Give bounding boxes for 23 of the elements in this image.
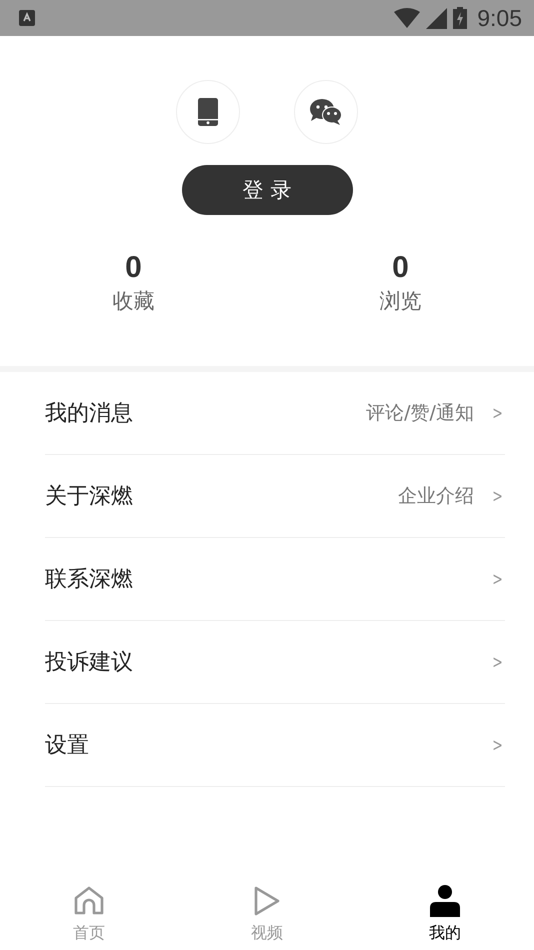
wifi-icon <box>394 7 420 29</box>
keyboard-icon <box>19 10 35 26</box>
menu-item[interactable]: 联系深燃 > <box>45 538 505 621</box>
phone-login-button[interactable] <box>176 80 240 144</box>
stat-count: 0 <box>392 251 409 285</box>
menu-item[interactable]: 投诉建议 > <box>45 621 505 704</box>
stat-count: 0 <box>125 251 142 285</box>
person-icon <box>430 885 460 917</box>
phone-icon <box>198 98 218 126</box>
play-icon <box>253 885 281 917</box>
stat-label[interactable]: 浏览 <box>380 287 422 315</box>
menu-item[interactable]: 设置 > <box>45 704 505 787</box>
login-button[interactable]: 登 录 <box>182 165 352 215</box>
home-icon <box>73 885 105 917</box>
nav-tab[interactable]: 我的 <box>356 870 534 950</box>
menu-item[interactable]: 我的消息 评论/赞/通知 > <box>45 372 505 455</box>
wechat-login-button[interactable] <box>294 80 358 144</box>
clock-time: 9:05 <box>477 4 522 32</box>
battery-icon <box>453 7 468 29</box>
chat-bubbles-icon <box>309 98 343 126</box>
menu-item[interactable]: 关于深燃 企业介绍 > <box>45 455 505 538</box>
stat-label[interactable]: 收藏 <box>112 287 154 315</box>
signal-icon <box>426 8 448 28</box>
